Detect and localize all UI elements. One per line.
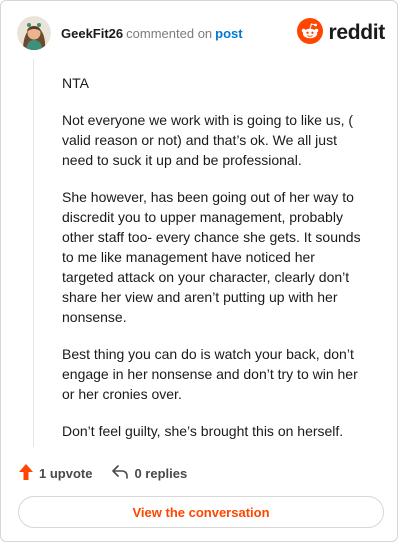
- comment-byline: GeekFit26 commented on post: [61, 26, 243, 42]
- thread-line: [33, 59, 34, 447]
- reddit-logo-icon: [297, 17, 324, 49]
- comment-paragraph: Not everyone we work with is going to li…: [62, 112, 354, 168]
- comment-paragraph: NTA: [62, 75, 89, 91]
- comment-paragraph: She however, has been going out of her w…: [62, 189, 361, 325]
- reply-icon: [112, 464, 129, 482]
- reddit-wordmark: reddit: [328, 21, 385, 44]
- view-conversation-button[interactable]: View the conversation: [18, 496, 384, 528]
- upvote-count: 1 upvote: [39, 465, 93, 481]
- reddit-brand[interactable]: reddit: [297, 17, 385, 49]
- comment-paragraph: Best thing you can do is watch your back…: [62, 346, 358, 402]
- comment-paragraph: Don’t feel guilty, she’s brought this on…: [62, 423, 344, 439]
- username[interactable]: GeekFit26: [61, 26, 123, 41]
- upvote-arrow-icon: [19, 463, 33, 483]
- post-link[interactable]: post: [215, 26, 242, 41]
- comment-header: GeekFit26 commented on post reddit: [17, 16, 385, 52]
- upvote-button[interactable]: 1 upvote: [19, 463, 93, 483]
- comment-card: GeekFit26 commented on post reddit NTA N…: [0, 0, 398, 542]
- comment-body: NTA Not everyone we work with is going t…: [62, 73, 367, 458]
- replies-button[interactable]: 0 replies: [112, 464, 188, 482]
- comment-actions: 1 upvote 0 replies: [19, 463, 187, 483]
- action-text: commented on: [126, 26, 213, 41]
- replies-count: 0 replies: [134, 465, 188, 481]
- avatar[interactable]: [17, 16, 51, 50]
